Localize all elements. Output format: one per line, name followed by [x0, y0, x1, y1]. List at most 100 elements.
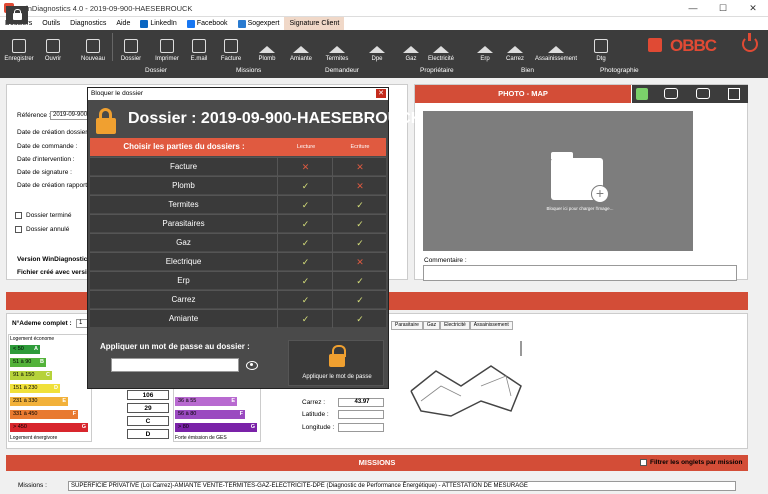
dpe-button[interactable]: Dpe — [360, 32, 394, 62]
erp-button[interactable]: Erp — [468, 32, 502, 62]
maximize-button[interactable]: ☐ — [708, 0, 738, 17]
table-row[interactable]: Parasitaires ✓ ✓ — [90, 214, 386, 233]
assainissement-button[interactable]: Assainissement — [535, 32, 577, 62]
menu-facebook[interactable]: Facebook — [182, 17, 233, 30]
dpe-class-f-letter: F — [72, 411, 76, 417]
house-amiante-icon — [293, 46, 309, 53]
date-commande-label: Date de commande : — [17, 143, 78, 150]
map-icon[interactable] — [636, 88, 648, 100]
read-toggle[interactable]: ✓ — [279, 272, 333, 290]
minimize-button[interactable]: — — [678, 0, 708, 17]
write-toggle[interactable]: ✓ — [334, 272, 386, 290]
camera-icon[interactable] — [664, 88, 678, 99]
plan-tab-electricite[interactable]: Electricité — [440, 321, 470, 330]
read-toggle[interactable]: ✓ — [279, 234, 333, 252]
write-toggle[interactable]: ✕ — [334, 253, 386, 271]
eye-icon[interactable] — [244, 358, 260, 372]
read-toggle[interactable]: ✓ — [279, 196, 333, 214]
carrez-value[interactable]: 43.97 — [338, 398, 384, 407]
amiante-button[interactable]: Amiante — [284, 32, 318, 62]
latitude-input[interactable] — [338, 410, 384, 419]
dossier-termine-checkbox[interactable] — [15, 212, 22, 219]
padlock-small-icon — [329, 345, 346, 367]
ges-class-f-letter: F — [239, 411, 243, 417]
lock-icon[interactable] — [6, 6, 28, 24]
dossier-annule-checkbox[interactable] — [15, 226, 22, 233]
table-row[interactable]: Electrique ✓ ✕ — [90, 252, 386, 271]
erp-label: Erp — [480, 56, 490, 62]
carrez-button[interactable]: Carrez — [498, 32, 532, 62]
menu-linkedin[interactable]: LinkedIn — [135, 17, 181, 30]
plan-tab-assainissement[interactable]: Assainissement — [469, 321, 513, 330]
email-button[interactable]: E.mail — [182, 32, 216, 62]
plan-tab-parasitaire[interactable]: Parasitaire — [391, 321, 423, 330]
dossier-termine-label: Dossier terminé — [26, 212, 72, 219]
tab-dossier[interactable]: Dossier — [145, 67, 167, 74]
tab-demandeur[interactable]: Demandeur — [325, 67, 359, 74]
camera-rotate-icon[interactable] — [696, 88, 710, 99]
plan-tab-gaz[interactable]: Gaz — [422, 321, 441, 330]
print-label: Imprimer — [155, 56, 179, 62]
logement-econome-label: Logement économe — [10, 336, 55, 342]
dialog-heading: Dossier : 2019-09-900-HAESEBROUCK — [128, 110, 423, 127]
tab-photographie[interactable]: Photographie — [600, 67, 639, 74]
new-button[interactable]: Nouveau — [76, 32, 110, 62]
write-toggle[interactable]: ✓ — [334, 310, 386, 328]
table-row[interactable]: Gaz ✓ ✓ — [90, 233, 386, 252]
menu-linkedin-label: LinkedIn — [150, 20, 177, 27]
write-toggle[interactable]: ✕ — [334, 158, 386, 176]
read-toggle[interactable]: ✓ — [279, 215, 333, 233]
write-toggle[interactable]: ✓ — [334, 234, 386, 252]
save-button[interactable]: Enregistrer — [2, 32, 36, 62]
read-toggle[interactable]: ✓ — [279, 177, 333, 195]
close-button[interactable]: ✕ — [738, 0, 768, 17]
read-toggle[interactable]: ✓ — [279, 253, 333, 271]
read-toggle[interactable]: ✓ — [279, 291, 333, 309]
col-write: Ecriture — [350, 144, 370, 150]
house-erp-icon — [477, 46, 493, 53]
dossier-button[interactable]: Dossier — [114, 32, 148, 62]
dpe-class-f: 331 à 450 F — [10, 410, 78, 419]
house-gaz-icon — [403, 46, 419, 53]
invoice-button[interactable]: Facture — [214, 32, 248, 62]
longitude-input[interactable] — [338, 423, 384, 432]
table-row[interactable]: Termites ✓ ✓ — [90, 195, 386, 214]
date-intervention-label: Date d'intervention : — [17, 156, 75, 163]
tab-missions[interactable]: Missions — [236, 67, 261, 74]
dialog-close-button[interactable]: ✕ — [376, 89, 386, 98]
reference-input[interactable]: 2019-09-900 — [50, 111, 90, 120]
missions-select[interactable]: SUPERFICIE PRIVATIVE (Loi Carrez)-AMIANT… — [68, 481, 736, 491]
menu-signature-client[interactable]: Signature Client — [284, 17, 345, 30]
apply-password-button[interactable]: Appliquer le mot de passe — [288, 340, 384, 386]
tab-proprietaire[interactable]: Propriétaire — [420, 67, 454, 74]
open-button[interactable]: Ouvrir — [36, 32, 70, 62]
comment-input[interactable] — [423, 265, 737, 281]
table-row[interactable]: Carrez ✓ ✓ — [90, 290, 386, 309]
plomb-button[interactable]: Plomb — [250, 32, 284, 62]
write-toggle[interactable]: ✓ — [334, 196, 386, 214]
dtg-button[interactable]: Dtg — [584, 32, 618, 62]
video-icon[interactable] — [648, 38, 662, 52]
delete-photo-icon[interactable] — [728, 88, 740, 100]
tab-bien[interactable]: Bien — [521, 67, 534, 74]
termites-button[interactable]: Termites — [320, 32, 354, 62]
menu-diagnostics[interactable]: Diagnostics — [65, 17, 111, 30]
menu-outils[interactable]: Outils — [37, 17, 65, 30]
table-row[interactable]: Amiante ✓ ✓ — [90, 309, 386, 328]
table-row[interactable]: Erp ✓ ✓ — [90, 271, 386, 290]
read-toggle[interactable]: ✕ — [279, 158, 333, 176]
power-icon[interactable] — [742, 33, 758, 52]
read-toggle[interactable]: ✓ — [279, 310, 333, 328]
table-row[interactable]: Facture ✕ ✕ — [90, 157, 386, 176]
filter-checkbox[interactable] — [640, 459, 647, 466]
password-input[interactable] — [111, 358, 239, 372]
print-button[interactable]: Imprimer — [150, 32, 184, 62]
gaz-button[interactable]: Gaz — [394, 32, 428, 62]
menu-sogexpert[interactable]: Sogexpert — [233, 17, 285, 30]
menu-aide[interactable]: Aide — [111, 17, 135, 30]
table-row[interactable]: Plomb ✓ ✕ — [90, 176, 386, 195]
electricite-button[interactable]: Electricité — [424, 32, 458, 62]
write-toggle[interactable]: ✕ — [334, 177, 386, 195]
write-toggle[interactable]: ✓ — [334, 215, 386, 233]
write-toggle[interactable]: ✓ — [334, 291, 386, 309]
